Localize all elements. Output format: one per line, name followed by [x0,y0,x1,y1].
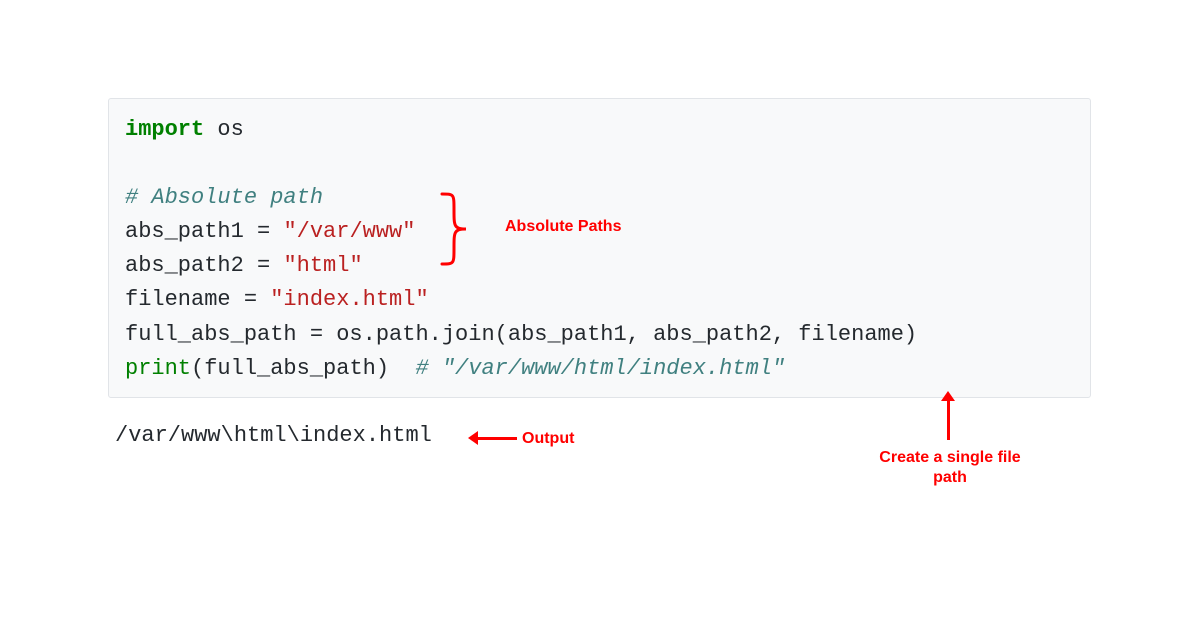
comment-abspath: # Absolute path [125,185,323,210]
comment-output: # "/var/www/html/index.html" [415,356,785,381]
assign-filename: filename = [125,287,270,312]
code-line-blank [125,147,1074,181]
brace-icon [438,192,470,266]
module-os: os [204,117,244,142]
code-line-5: abs_path2 = "html" [125,249,1074,283]
label-absolute-paths: Absolute Paths [505,218,621,236]
label-create-line1: Create a single file [879,449,1020,466]
code-line-8: print(full_abs_path) # "/var/www/html/in… [125,352,1074,386]
string-html: "html" [283,253,362,278]
string-varwww: "/var/www" [283,219,415,244]
label-output: Output [522,430,574,448]
assign-abs1: abs_path1 = [125,219,283,244]
builtin-print: print [125,356,191,381]
code-line-7: full_abs_path = os.path.join(abs_path1, … [125,318,1074,352]
keyword-import: import [125,117,204,142]
code-block: import os # Absolute path abs_path1 = "/… [108,98,1091,398]
output-text: /var/www\html\index.html [115,423,432,448]
print-args: (full_abs_path) [191,356,415,381]
code-line-1: import os [125,113,1074,147]
label-create-line2: path [933,469,967,486]
assign-abs2: abs_path2 = [125,253,283,278]
arrow-up-icon [947,400,950,440]
code-line-6: filename = "index.html" [125,283,1074,317]
label-create-single-file-path: Create a single file path [850,448,1050,488]
join-call: full_abs_path = os.path.join(abs_path1, … [125,322,917,347]
string-index: "index.html" [270,287,428,312]
arrow-left-icon [477,437,517,440]
code-line-3: # Absolute path [125,181,1074,215]
